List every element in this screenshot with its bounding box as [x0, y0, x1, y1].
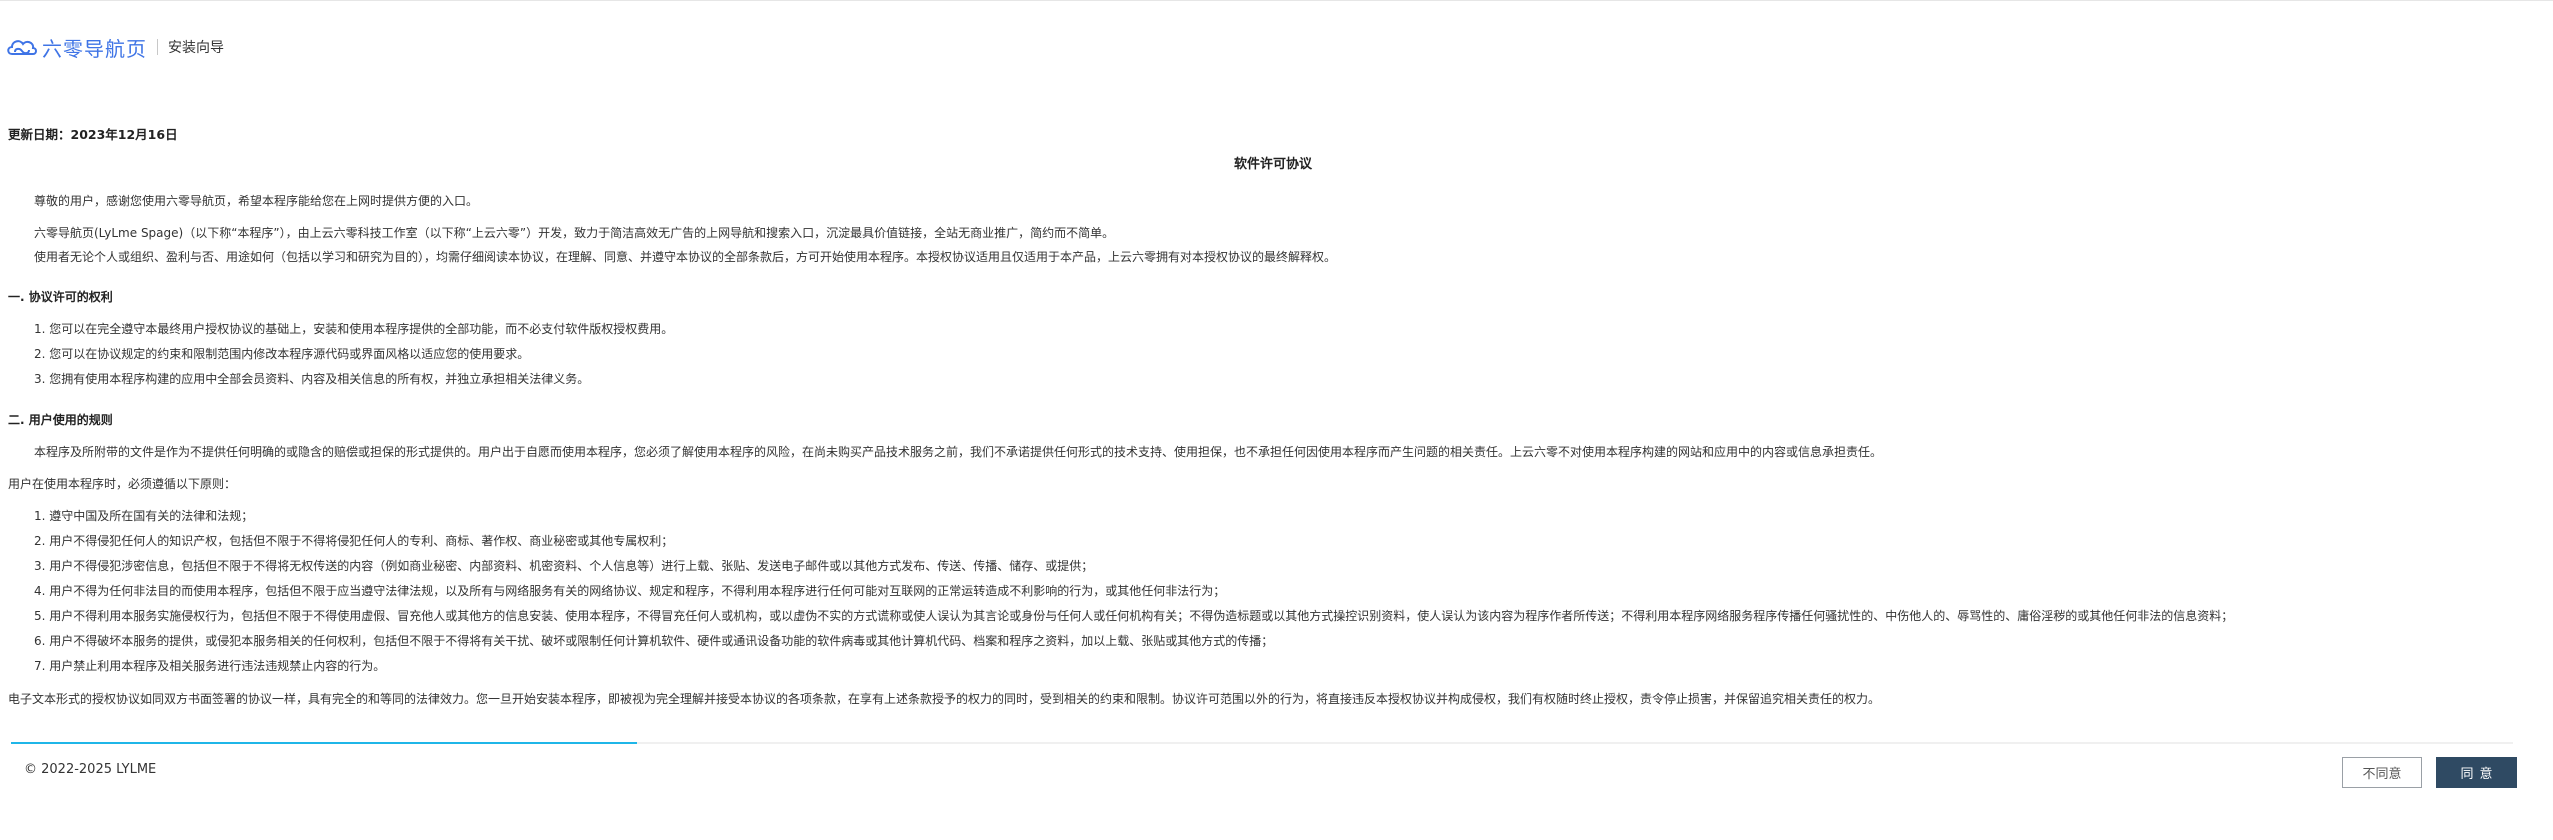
agreement-content: 更新日期：2023年12月16日 软件许可协议 尊敬的用户，感谢您使用六零导航页… — [8, 124, 2538, 711]
agreement-title: 软件许可协议 — [1233, 157, 1312, 172]
closing-paragraph: 电子文本形式的授权协议如同双方书面签署的协议一样，具有完全的和等同的法律效力。您… — [8, 692, 1881, 706]
copyright: © 2022-2025 LYLME — [24, 762, 157, 777]
footer: © 2022-2025 LYLME 不同意 同意 — [0, 744, 2553, 796]
section-1-list: 1. 您可以在完全遵守本最终用户授权协议的基础上，安装和使用本程序提供的全部功能… — [8, 317, 2538, 392]
list-item: 4. 用户不得为任何非法目的而使用本程序，包括但不限于应当遵守法律法规，以及所有… — [34, 584, 1226, 598]
header-separator — [157, 39, 158, 55]
list-item: 3. 您拥有使用本程序构建的应用中全部会员资料、内容及相关信息的所有权，并独立承… — [34, 372, 590, 386]
cloud-logo-icon — [7, 40, 37, 55]
update-date: 更新日期：2023年12月16日 — [8, 127, 178, 142]
intro-paragraph-3: 使用者无论个人或组织、盈利与否、用途如何（包括以学习和研究为目的），均需仔细阅读… — [34, 250, 1337, 264]
top-divider — [0, 0, 2553, 1]
list-item: 1. 遵守中国及所在国有关的法律和法规； — [34, 509, 254, 523]
brand-name: 六零导航页 — [42, 36, 147, 61]
list-item: 6. 用户不得破坏本服务的提供，或侵犯本服务相关的任何权利，包括但不限于不得将有… — [34, 634, 1274, 648]
section-1-title: 一. 协议许可的权利 — [8, 290, 113, 304]
section-2-paragraph: 本程序及所附带的文件是作为不提供任何明确的或隐含的赔偿或担保的形式提供的。用户出… — [34, 445, 1883, 459]
list-item: 2. 您可以在协议规定的约束和限制范围内修改本程序源代码或界面风格以适应您的使用… — [34, 347, 530, 361]
page-subtitle: 安装向导 — [168, 40, 224, 56]
list-item: 5. 用户不得利用本服务实施侵权行为，包括但不限于不得使用虚假、冒充他人或其他方… — [34, 609, 2234, 623]
section-2-title: 二. 用户使用的规则 — [8, 413, 113, 427]
intro-paragraph-1: 尊敬的用户，感谢您使用六零导航页，希望本程序能给您在上网时提供方便的入口。 — [34, 194, 479, 208]
list-item: 2. 用户不得侵犯任何人的知识产权，包括但不限于不得将侵犯任何人的专利、商标、著… — [34, 534, 674, 548]
list-item: 7. 用户禁止利用本程序及相关服务进行违法违规禁止内容的行为。 — [34, 659, 386, 673]
disagree-button[interactable]: 不同意 — [2342, 757, 2422, 788]
header: 六零导航页 安装向导 — [0, 30, 224, 64]
section-2-lead: 用户在使用本程序时，必须遵循以下原则： — [8, 477, 237, 491]
list-item: 3. 用户不得侵犯涉密信息，包括但不限于不得将无权传送的内容（例如商业秘密、内部… — [34, 559, 1094, 573]
intro-paragraph-2: 六零导航页(LyLme Spage)（以下称“本程序”），由上云六零科技工作室（… — [34, 226, 1115, 240]
section-2-list: 1. 遵守中国及所在国有关的法律和法规； 2. 用户不得侵犯任何人的知识产权，包… — [8, 504, 2538, 679]
list-item: 1. 您可以在完全遵守本最终用户授权协议的基础上，安装和使用本程序提供的全部功能… — [34, 322, 674, 336]
agree-button[interactable]: 同意 — [2436, 757, 2517, 788]
